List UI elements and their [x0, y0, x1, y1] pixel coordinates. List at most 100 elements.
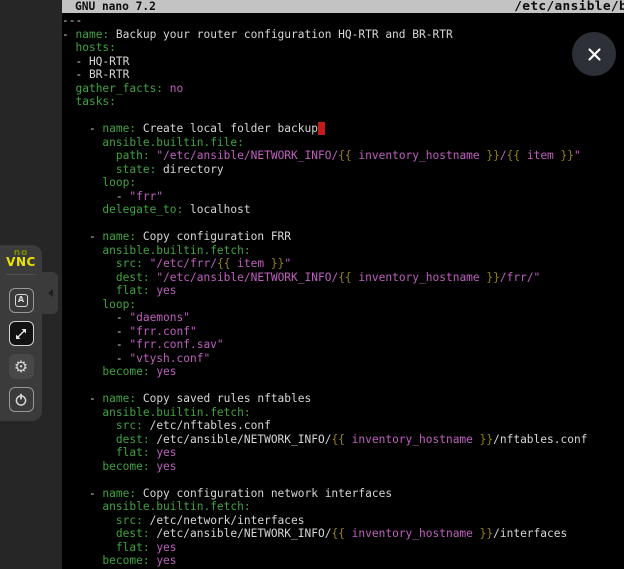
disconnect-button[interactable] — [9, 387, 34, 412]
editor-line — [62, 379, 624, 393]
code-segment: Backup your router configuration HQ-RTR … — [109, 28, 453, 41]
editor-line: - "daemons" — [62, 311, 624, 325]
editor-line: - "vtysh.conf" — [62, 352, 624, 366]
code-segment: Create local folder backup — [136, 122, 318, 135]
code-segment: - BR-RTR — [62, 68, 129, 81]
code-segment: "frr.conf.sav" — [129, 338, 223, 351]
code-segment: ansible.builtin.fetch: — [102, 244, 250, 257]
nano-filename: /etc/ansible/b — [514, 0, 624, 13]
editor-line: dest: /etc/ansible/NETWORK_INFO/{{ inven… — [62, 527, 624, 541]
code-segment: {{ — [507, 149, 520, 162]
code-segment: }} — [561, 149, 574, 162]
editor-line: dest: /etc/ansible/NETWORK_INFO/{{ inven… — [62, 433, 624, 447]
code-segment: - — [62, 122, 102, 135]
code-segment: inventory_hostname — [352, 149, 487, 162]
code-segment: name: — [102, 487, 136, 500]
code-segment: directory — [156, 163, 223, 176]
code-segment: - — [62, 190, 129, 203]
extra-keys-icon: A — [15, 294, 28, 307]
code-segment: {{ — [338, 271, 351, 284]
editor-line: ansible.builtin.fetch: — [62, 500, 624, 514]
code-segment — [62, 446, 116, 459]
code-segment — [62, 82, 75, 95]
code-segment: item — [520, 149, 560, 162]
novnc-control-bar: no VNC A ⚙ — [0, 245, 42, 421]
code-segment: item — [230, 257, 270, 270]
code-segment — [62, 163, 116, 176]
fullscreen-button[interactable] — [9, 321, 34, 346]
code-segment: yes — [150, 365, 177, 378]
code-segment — [62, 284, 116, 297]
code-segment: loop: — [102, 176, 136, 189]
code-segment: /etc/nftables.conf — [143, 419, 271, 432]
code-segment: name: — [75, 28, 109, 41]
collapse-left-triangle-icon — [48, 289, 53, 297]
editor-line: - name: Create local folder backup — [62, 122, 624, 136]
code-segment: "/etc/ansible/NETWORK_INFO/ — [156, 149, 338, 162]
code-segment: }} — [480, 433, 493, 446]
code-segment — [62, 527, 116, 540]
code-segment: /etc/ansible/NETWORK_INFO/ — [150, 527, 332, 540]
code-segment: Copy configuration FRR — [136, 230, 291, 243]
code-segment: delegate_to: — [102, 203, 183, 216]
code-segment: {{ — [217, 257, 230, 270]
code-segment: yes — [150, 446, 177, 459]
editor-line: - "frr.conf.sav" — [62, 338, 624, 352]
editor-line: --- — [62, 14, 624, 28]
editor-line: gather_facts: no — [62, 82, 624, 96]
code-segment: name: — [102, 230, 136, 243]
code-segment: /frr/" — [500, 271, 540, 284]
editor-line: - "frr.conf" — [62, 325, 624, 339]
code-segment: --- — [62, 14, 82, 27]
code-segment: inventory_hostname — [345, 527, 480, 540]
editor-line: - name: Copy configuration network inter… — [62, 487, 624, 501]
close-button[interactable] — [572, 32, 616, 76]
editor-line: ansible.builtin.fetch: — [62, 244, 624, 258]
code-segment: flat: — [116, 284, 150, 297]
code-segment: inventory_hostname — [352, 271, 487, 284]
control-bar-handle[interactable] — [42, 272, 58, 314]
code-segment: "frr" — [129, 190, 163, 203]
code-segment: }} — [486, 271, 499, 284]
editor-line: src: "/etc/frr/{{ item }}" — [62, 257, 624, 271]
code-segment: hosts: — [75, 41, 115, 54]
code-segment: flat: — [116, 541, 150, 554]
code-segment: - — [62, 338, 129, 351]
vnc-terminal-screen[interactable]: GNU nano 7.2 /etc/ansible/b ---- name: B… — [62, 0, 624, 569]
settings-button[interactable]: ⚙ — [9, 354, 34, 379]
code-segment: }} — [486, 149, 499, 162]
code-segment: }} — [271, 257, 284, 270]
code-segment: ansible.builtin.fetch: — [102, 500, 250, 513]
code-segment: - — [62, 325, 129, 338]
code-segment — [62, 541, 116, 554]
code-segment — [62, 298, 102, 311]
editor-line: - name: Copy configuration FRR — [62, 230, 624, 244]
editor-line: state: directory — [62, 163, 624, 177]
close-x-icon — [586, 46, 603, 63]
code-segment — [62, 41, 75, 54]
editor-line: become: yes — [62, 554, 624, 568]
editor-line: delegate_to: localhost — [62, 203, 624, 217]
code-segment: name: — [102, 392, 136, 405]
code-segment: {{ — [331, 527, 344, 540]
editor-content[interactable]: ---- name: Backup your router configurat… — [62, 14, 624, 569]
code-segment: ansible.builtin.fetch: — [102, 406, 250, 419]
editor-line: - BR-RTR — [62, 68, 624, 82]
editor-line: become: yes — [62, 460, 624, 474]
code-segment — [143, 257, 150, 270]
code-segment — [62, 554, 102, 567]
code-segment: name: — [102, 122, 136, 135]
editor-line: ansible.builtin.fetch: — [62, 406, 624, 420]
editor-line: loop: — [62, 298, 624, 312]
code-segment — [62, 406, 102, 419]
code-segment: yes — [150, 284, 177, 297]
code-segment: loop: — [102, 298, 136, 311]
code-segment: /nftables.conf — [493, 433, 587, 446]
editor-line: ansible.builtin.file: — [62, 136, 624, 150]
editor-line: - "frr" — [62, 190, 624, 204]
code-segment: "frr.conf" — [129, 325, 196, 338]
extra-keys-button[interactable]: A — [9, 288, 34, 313]
code-segment — [62, 419, 116, 432]
code-segment: path: — [116, 149, 150, 162]
settings-gear-icon: ⚙ — [14, 359, 28, 375]
